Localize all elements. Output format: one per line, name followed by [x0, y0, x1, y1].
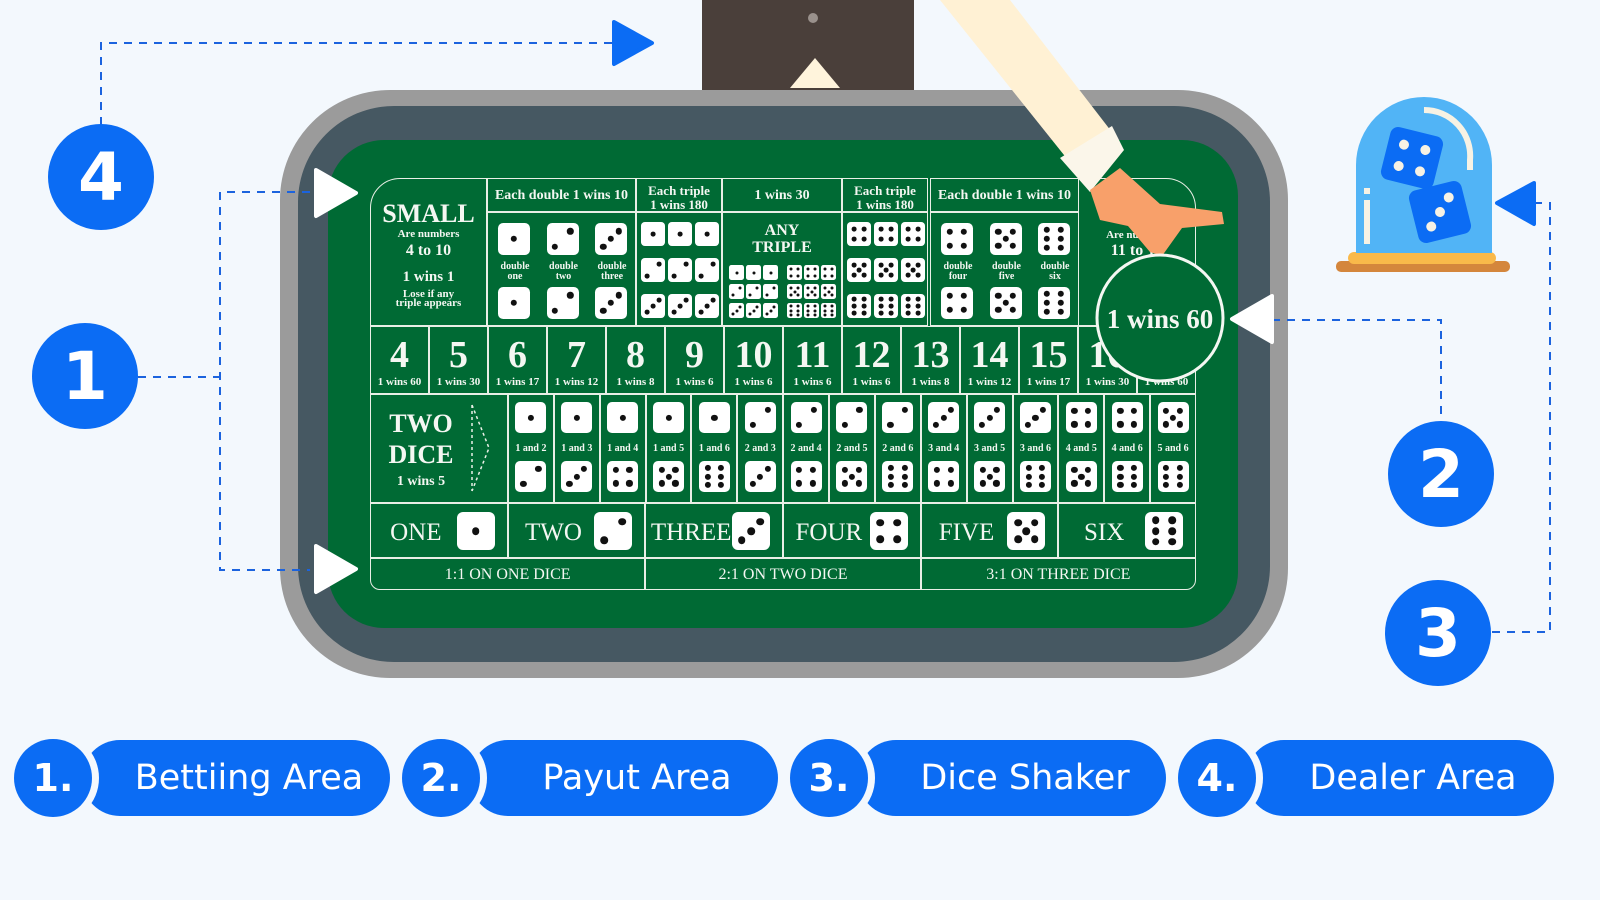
- dice-shaker-icon: [1336, 97, 1510, 272]
- arrow-right-icon: [612, 20, 654, 66]
- legend-label: Dealer Area: [1309, 758, 1517, 798]
- arrow-right-icon: [314, 168, 358, 218]
- arrow-right-icon: [314, 544, 358, 594]
- legend-label: Dice Shaker: [920, 758, 1130, 798]
- legend-number: 1.: [14, 739, 92, 817]
- connector-lines: [100, 42, 1551, 633]
- marker-dealer-area: 4: [48, 124, 154, 230]
- legend-number: 4.: [1178, 739, 1256, 817]
- marker-payout-area: 2: [1388, 421, 1494, 527]
- arrow-left-icon: [1230, 294, 1274, 344]
- legend-number: 2.: [402, 739, 480, 817]
- payout-circle-text: 1 wins 60: [1107, 304, 1214, 334]
- arrow-left-icon: [1495, 181, 1536, 226]
- legend-label: Bettiing Area: [134, 758, 364, 798]
- legend-number: 3.: [790, 739, 868, 817]
- sic-bo-diagram: SMALL Are numbers 4 to 10 1 wins 1 Lose if a…: [0, 0, 1600, 900]
- marker-betting-area: 1: [32, 323, 138, 429]
- legend-label: Payut Area: [542, 758, 732, 798]
- marker-dice-shaker: 3: [1385, 580, 1491, 686]
- dealer-arm: [940, 0, 1224, 256]
- payout-circle: 1 wins 60: [1095, 253, 1225, 383]
